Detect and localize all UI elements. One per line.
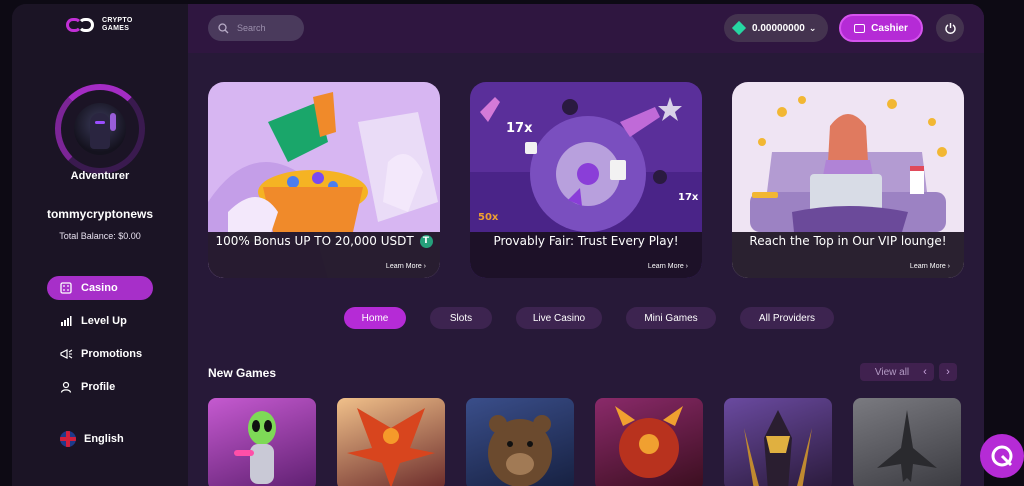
logo-line-1: CRYPTO bbox=[102, 17, 133, 24]
game-tile-jet[interactable] bbox=[853, 398, 961, 486]
avatar[interactable] bbox=[74, 103, 126, 155]
learn-more-link[interactable]: Learn More › bbox=[386, 263, 426, 270]
sidebar-item-level-up[interactable]: Level Up bbox=[47, 309, 153, 333]
sidebar-item-label: Profile bbox=[81, 381, 116, 393]
multiplier-label-17x-top: 17x bbox=[506, 121, 533, 136]
tab-live-casino[interactable]: Live Casino bbox=[516, 307, 602, 329]
power-icon bbox=[944, 22, 956, 34]
view-all-button[interactable]: View all bbox=[860, 363, 924, 381]
game-tile-pharaoh[interactable] bbox=[724, 398, 832, 486]
next-arrow-button[interactable]: › bbox=[939, 363, 957, 381]
sidebar-item-casino[interactable]: Casino bbox=[47, 276, 153, 300]
demon-game-thumbnail bbox=[615, 406, 683, 478]
alien-game-thumbnail bbox=[234, 411, 276, 484]
main-content: Search 0.00000000 ⌄ Cashier 100% Bonus U… bbox=[188, 4, 984, 486]
tether-icon: T bbox=[419, 235, 433, 248]
multiplier-label-50x: 50x bbox=[478, 212, 499, 223]
sidebar: CRYPTO GAMES Adventurer tommycryptonews … bbox=[12, 4, 188, 486]
logout-button[interactable] bbox=[936, 14, 964, 42]
tab-all-providers[interactable]: All Providers bbox=[740, 307, 834, 329]
logo[interactable]: CRYPTO GAMES bbox=[66, 16, 133, 34]
uk-flag-icon bbox=[60, 431, 76, 447]
banner-headline: Reach the Top in Our VIP lounge! bbox=[749, 234, 947, 248]
learn-more-link[interactable]: Learn More › bbox=[648, 263, 688, 270]
logo-text: CRYPTO GAMES bbox=[102, 17, 133, 33]
sidebar-nav: Casino Level Up Promotions Profile bbox=[47, 276, 153, 408]
jet-game-thumbnail bbox=[877, 410, 937, 482]
logo-line-2: GAMES bbox=[102, 25, 130, 32]
tab-home[interactable]: Home bbox=[344, 307, 406, 329]
top-bar: Search 0.00000000 ⌄ Cashier bbox=[188, 4, 984, 53]
chevron-down-icon: ⌄ bbox=[808, 22, 817, 33]
total-balance: Total Balance: $0.00 bbox=[59, 231, 141, 241]
sidebar-item-label: Promotions bbox=[81, 348, 143, 360]
sidebar-item-label: Level Up bbox=[81, 315, 127, 327]
username: tommycryptonews bbox=[46, 207, 154, 221]
user-icon bbox=[59, 380, 73, 394]
category-tabs: Home Slots Live Casino Mini Games All Pr… bbox=[344, 307, 834, 329]
promo-banner-vip[interactable]: Reach the Top in Our VIP lounge! Learn M… bbox=[732, 82, 964, 278]
headset-icon bbox=[991, 445, 1013, 467]
promo-banner-provably-fair[interactable]: 17x 17x 50x Provably Fair: Trust Every P… bbox=[470, 82, 702, 278]
level-progress-ring bbox=[55, 84, 145, 174]
wallet-amount: 0.00000000 bbox=[752, 22, 805, 34]
multiplier-label-17x-right: 17x bbox=[678, 192, 699, 203]
casino-icon bbox=[59, 281, 73, 295]
search-icon bbox=[218, 22, 229, 33]
game-tile-bear[interactable] bbox=[466, 398, 574, 486]
learn-more-link[interactable]: Learn More › bbox=[910, 263, 950, 270]
pharaoh-game-thumbnail bbox=[744, 410, 812, 486]
sidebar-item-label: Casino bbox=[81, 282, 118, 294]
tab-mini-games[interactable]: Mini Games bbox=[626, 307, 716, 329]
bear-game-thumbnail bbox=[488, 415, 552, 486]
wallet-selector[interactable]: 0.00000000 ⌄ bbox=[724, 14, 828, 42]
language-selector[interactable]: English bbox=[60, 431, 124, 447]
cashier-button[interactable]: Cashier bbox=[839, 14, 923, 42]
game-tile-alien[interactable] bbox=[208, 398, 316, 486]
banner-headline: 100% Bonus UP TO 20,000 USDT T bbox=[208, 234, 440, 248]
app-frame: CRYPTO GAMES Adventurer tommycryptonews … bbox=[12, 4, 984, 486]
cashier-label: Cashier bbox=[871, 22, 908, 34]
logo-mark-icon bbox=[66, 16, 96, 34]
phoenix-game-thumbnail bbox=[347, 408, 435, 486]
level-name: Adventurer bbox=[70, 170, 130, 182]
tether-gem-icon bbox=[731, 20, 747, 36]
bar-chart-icon bbox=[59, 314, 73, 328]
support-chat-button[interactable] bbox=[980, 434, 1024, 478]
game-tile-phoenix[interactable] bbox=[337, 398, 445, 486]
sidebar-item-promotions[interactable]: Promotions bbox=[47, 342, 153, 366]
search-input[interactable]: Search bbox=[208, 15, 304, 41]
wallet-icon bbox=[854, 23, 866, 33]
game-tile-demon[interactable] bbox=[595, 398, 703, 486]
megaphone-icon bbox=[59, 347, 73, 361]
section-title-new-games: New Games bbox=[208, 366, 277, 380]
search-placeholder: Search bbox=[237, 23, 266, 33]
language-label: English bbox=[84, 433, 124, 445]
promo-banner-bonus[interactable]: 100% Bonus UP TO 20,000 USDT T Learn Mor… bbox=[208, 82, 440, 278]
banner-headline: Provably Fair: Trust Every Play! bbox=[493, 234, 679, 248]
tab-slots[interactable]: Slots bbox=[430, 307, 492, 329]
prev-arrow-button[interactable]: ‹ bbox=[916, 363, 934, 381]
sidebar-item-profile[interactable]: Profile bbox=[47, 375, 153, 399]
